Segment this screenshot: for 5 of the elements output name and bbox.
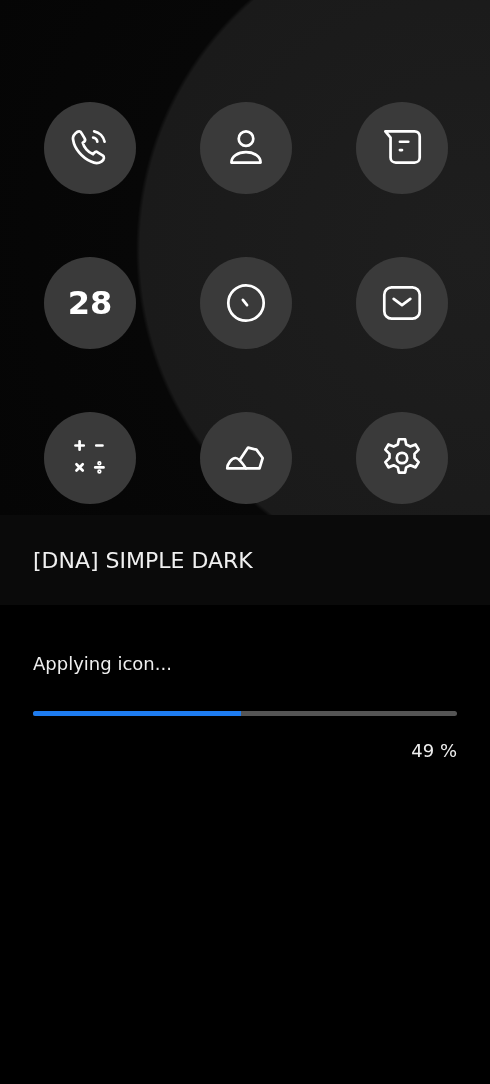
theme-title: [DNA] SIMPLE DARK xyxy=(33,547,253,573)
calendar-date: 28 xyxy=(67,284,113,322)
progress-percent: 49 % xyxy=(411,740,457,761)
status-label: Applying icon... xyxy=(33,653,173,674)
app-icon[interactable]: 28 xyxy=(44,257,136,349)
